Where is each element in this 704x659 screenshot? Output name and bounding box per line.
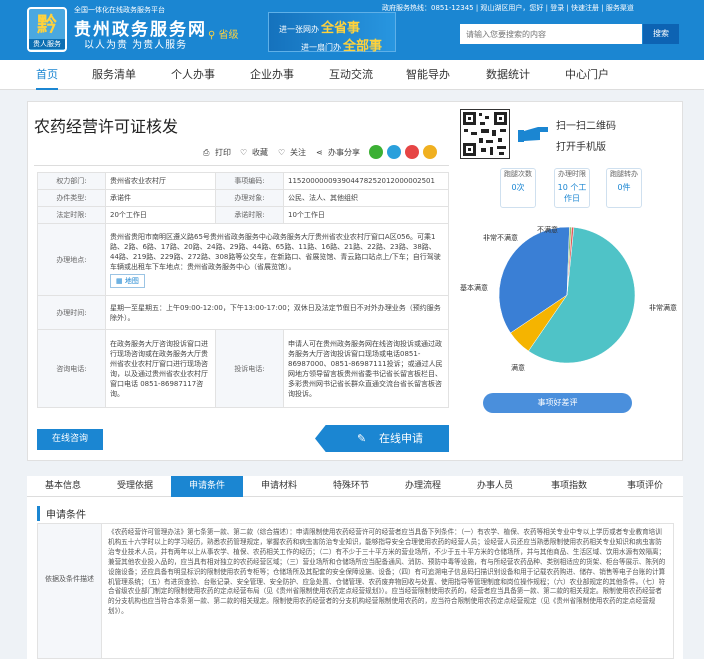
conditions-table: 依据及条件描述 《农药经营许可管理办法》第七条第一款、第二款（综合描述）：申请限… bbox=[37, 523, 674, 659]
pie-label-very-unsatisfied: 非常不满意 bbox=[483, 234, 518, 242]
share-icon: ⋖ bbox=[316, 147, 323, 157]
weibo-icon[interactable] bbox=[405, 145, 419, 159]
stat-visits: 跑腿次数 0次 bbox=[500, 168, 536, 208]
detail-tabs: 基本信息 受理依据 申请条件 申请材料 特殊环节 办理流程 办事人员 事项指数 … bbox=[27, 476, 683, 497]
consult-cell: 在政务服务大厅咨询投诉窗口进行现场咨询或在政务服务大厅贵州省农业农村厅窗口进行现… bbox=[105, 329, 216, 408]
stat-time-limit: 办理时限 10 个工作日 bbox=[554, 168, 590, 208]
pie-label-basic: 基本满意 bbox=[460, 284, 488, 292]
info-table: 权力部门: 贵州省农业农村厅 事项编码: 1152000000939044782… bbox=[37, 172, 449, 408]
site-slogan: 以人为贵 为贵人服务 bbox=[84, 40, 188, 51]
table-row: 办件类型: 承诺件 办理对象: 公民、法人、其他组织 bbox=[37, 189, 449, 207]
favorite-button[interactable]: ♡ 收藏 bbox=[240, 147, 268, 158]
evaluation-button[interactable]: 事项好差评 bbox=[483, 393, 632, 413]
cell-key: 办件类型: bbox=[37, 189, 106, 207]
tab-special[interactable]: 特殊环节 bbox=[315, 476, 387, 497]
cell-key: 权力部门: bbox=[37, 172, 106, 190]
cell-key: 承诺时限: bbox=[215, 206, 284, 224]
cell-value: 20个工作日 bbox=[105, 206, 216, 224]
cell-key: 投诉电话: bbox=[215, 329, 284, 408]
region-label: 省级 bbox=[218, 30, 239, 41]
nav-enterprise[interactable]: 企业办事 bbox=[250, 60, 294, 90]
tab-process[interactable]: 办理流程 bbox=[387, 476, 459, 497]
cell-value: 115200000093904478252012000002501 bbox=[283, 172, 449, 190]
printer-icon: ⎙ bbox=[203, 147, 210, 157]
table-row: 办理时间: 星期一至星期五：上午09:00-12:00，下午13:00-17:0… bbox=[37, 295, 449, 330]
page-title: 农药经营许可证核发 bbox=[34, 117, 179, 136]
address-cell: 贵州省贵阳市南明区遵义路65号贵州省政务服务中心政务服务大厅贵州省农业农村厅窗口… bbox=[105, 223, 449, 296]
map-button[interactable]: ▦ 地图 bbox=[110, 273, 145, 288]
search-input[interactable] bbox=[460, 24, 642, 44]
cell-value: 10个工作日 bbox=[283, 206, 449, 224]
search-button[interactable]: 搜索 bbox=[643, 24, 679, 44]
open-mobile-text[interactable]: 打开手机版 bbox=[556, 138, 606, 153]
site-header: 黔 贵人服务 全国一体化在线政务服务平台 贵州政务服务网 以人为贵 为贵人服务 … bbox=[0, 0, 704, 60]
banner-line1: 进一张网办 全省事 bbox=[279, 21, 361, 36]
wechat-icon[interactable] bbox=[369, 145, 383, 159]
pie-label-satisfied: 满意 bbox=[511, 364, 525, 372]
tab-staff[interactable]: 办事人员 bbox=[459, 476, 531, 497]
pie-label-unsatisfied: 不满意 bbox=[537, 226, 558, 234]
map-icon: ▦ bbox=[116, 276, 125, 285]
tab-materials[interactable]: 申请材料 bbox=[243, 476, 315, 497]
conditions-text: 《农药经营许可管理办法》第七条第一款、第二款（综合描述）：申请限制使用农药经营许… bbox=[108, 528, 666, 616]
conditions-key: 依据及条件描述 bbox=[38, 524, 102, 658]
cell-value: 承诺件 bbox=[105, 189, 216, 207]
share-button[interactable]: ⋖ 办事分享 bbox=[316, 147, 360, 158]
hand-scan-icon bbox=[518, 124, 550, 144]
cell-value: 贵州省农业农村厅 bbox=[105, 172, 216, 190]
hours-cell: 星期一至星期五：上午09:00-12:00，下午13:00-17:00；双休日及… bbox=[105, 295, 449, 330]
nav-statistics[interactable]: 数据统计 bbox=[486, 60, 530, 90]
follow-button[interactable]: ♡ 关注 bbox=[278, 147, 306, 158]
cell-key: 办理时间: bbox=[37, 295, 106, 330]
table-row: 咨询电话: 在政务服务大厅咨询投诉窗口进行现场咨询或在政务服务大厅贵州省农业农村… bbox=[37, 329, 449, 408]
heart-icon: ♡ bbox=[240, 147, 248, 157]
scan-qr-text: 扫一扫二维码 bbox=[556, 121, 616, 132]
cell-key: 事项编码: bbox=[215, 172, 284, 190]
table-row: 法定时限: 20个工作日 承诺时限: 10个工作日 bbox=[37, 206, 449, 224]
logo-caption: 贵人服务 bbox=[29, 39, 65, 49]
tab-basic-info[interactable]: 基本信息 bbox=[27, 476, 99, 497]
cell-key: 办理对象: bbox=[215, 189, 284, 207]
site-logo[interactable]: 黔 贵人服务 bbox=[27, 7, 67, 52]
nav-home[interactable]: 首页 bbox=[36, 60, 58, 90]
conditions-heading: 申请条件 bbox=[37, 506, 86, 521]
divider bbox=[34, 165, 449, 166]
nav-personal[interactable]: 个人办事 bbox=[171, 60, 215, 90]
nav-guide[interactable]: 智能导办 bbox=[406, 60, 450, 90]
cell-value: 公民、法人、其他组织 bbox=[283, 189, 449, 207]
tab-index[interactable]: 事项指数 bbox=[531, 476, 607, 497]
slogan-banner: 进一张网办 全省事 进一扇门办 全部事 bbox=[268, 12, 396, 54]
nav-interaction[interactable]: 互动交流 bbox=[329, 60, 373, 90]
cell-key: 法定时限: bbox=[37, 206, 106, 224]
tab-evaluation[interactable]: 事项评价 bbox=[607, 476, 683, 497]
nav-portal[interactable]: 中心门户 bbox=[565, 60, 609, 90]
tab-basis[interactable]: 受理依据 bbox=[99, 476, 171, 497]
main-nav: 首页 服务清单 个人办事 企业办事 互动交流 智能导办 数据统计 中心门户 bbox=[0, 60, 704, 90]
table-row: 权力部门: 贵州省农业农村厅 事项编码: 1152000000939044782… bbox=[37, 172, 449, 190]
cell-key: 咨询电话: bbox=[37, 329, 106, 408]
pie-label-very-satisfied: 非常满意 bbox=[649, 304, 677, 312]
online-apply-button[interactable]: ✎ 在线申请 bbox=[315, 425, 449, 452]
region-selector[interactable]: ⚲ 省级 bbox=[208, 26, 239, 41]
address-text: 贵州省贵阳市南明区遵义路65号贵州省政务服务中心政务服务大厅贵州省农业农村厅窗口… bbox=[110, 232, 441, 271]
edit-icon: ✎ bbox=[357, 432, 367, 445]
moments-icon[interactable] bbox=[387, 145, 401, 159]
logo-glyph: 黔 bbox=[37, 12, 57, 36]
stat-transfers: 跑腿转办 0件 bbox=[606, 168, 642, 208]
nav-service-list[interactable]: 服务清单 bbox=[92, 60, 136, 90]
site-subtitle: 全国一体化在线政务服务平台 bbox=[74, 6, 165, 14]
cell-key: 办理地点: bbox=[37, 223, 106, 296]
online-consult-button[interactable]: 在线咨询 bbox=[37, 429, 103, 450]
print-button[interactable]: ⎙ 打印 bbox=[203, 147, 231, 158]
complaint-cell: 申请人可在贵州政务服务网在线咨询投诉或通过政务服务大厅咨询投诉窗口现场或电话08… bbox=[283, 329, 449, 408]
tab-conditions[interactable]: 申请条件 bbox=[171, 476, 243, 497]
banner-line2: 进一扇门办 全部事 bbox=[301, 39, 383, 54]
top-links[interactable]: 政府服务热线：0851-12345 | 观山湖区用户，您好 | 登录 | 快速注… bbox=[382, 3, 634, 13]
heart-outline-icon: ♡ bbox=[278, 147, 286, 157]
table-row: 办理地点: 贵州省贵阳市南明区遵义路65号贵州省政务服务中心政务服务大厅贵州省农… bbox=[37, 223, 449, 296]
qzone-icon[interactable] bbox=[423, 145, 437, 159]
location-icon: ⚲ bbox=[208, 30, 219, 41]
qr-code bbox=[460, 109, 510, 159]
